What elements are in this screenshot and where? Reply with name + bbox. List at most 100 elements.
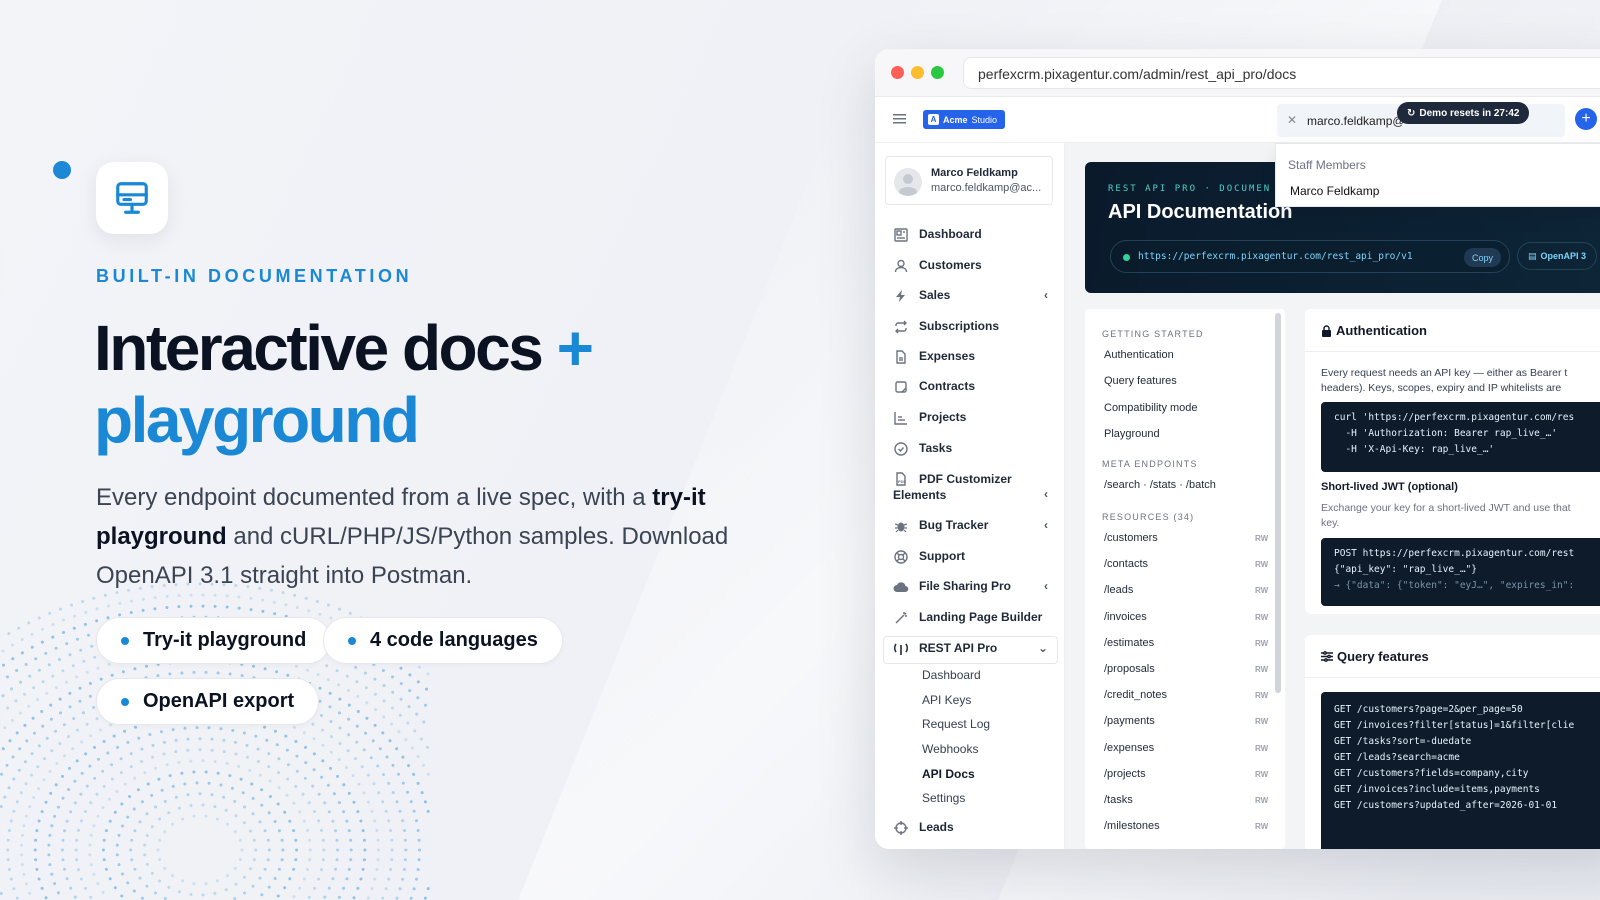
- sidebar-item-label: Expenses: [919, 349, 976, 363]
- chip-label: OpenAPI export: [143, 690, 295, 712]
- code-line: GET /tasks?sort=-duedate: [1334, 736, 1472, 747]
- sidebar-item-pdf-customizer-line2: Elements: [893, 488, 1058, 502]
- base-url-text[interactable]: https://perfexcrm.pixagentur.com/rest_ap…: [1138, 251, 1413, 262]
- toc-resource-link[interactable]: /projects: [1104, 768, 1146, 780]
- docs-content: REST API PRO · DOCUMEN API Documentation…: [1065, 143, 1600, 849]
- toc-link-authentication[interactable]: Authentication: [1104, 349, 1174, 361]
- sidebar-item-customers[interactable]: Customers: [893, 258, 1058, 274]
- search-result-item[interactable]: Marco Feldkamp: [1290, 184, 1379, 198]
- toc-resource-link[interactable]: /leads: [1104, 584, 1133, 596]
- code-response-line: → {"data": {"token": "eyJ…", "expires_in…: [1334, 580, 1575, 591]
- sidebar-item-label: Support: [919, 549, 965, 563]
- dashboard-icon: [893, 227, 909, 243]
- minimize-window-button[interactable]: [911, 66, 924, 79]
- query-code-block[interactable]: GET /customers?page=2&per_page=50 GET /in…: [1321, 692, 1600, 849]
- chevron-left-icon[interactable]: ‹: [1044, 288, 1048, 302]
- document-icon: ▤: [1528, 250, 1537, 261]
- contract-icon: [893, 379, 909, 395]
- toc-resource-link[interactable]: /tasks: [1104, 794, 1133, 806]
- sidebar-item-support[interactable]: Support: [893, 549, 1058, 565]
- auth-paragraph-line-2: headers). Keys, scopes, expiry and IP wh…: [1321, 382, 1562, 394]
- sidebar-item-expenses[interactable]: Expenses: [893, 349, 1058, 365]
- sidebar-item-label: Customers: [919, 258, 982, 272]
- openapi-download-button[interactable]: ▤ OpenAPI 3: [1517, 242, 1598, 270]
- subheadline: Every endpoint documented from a live sp…: [96, 478, 736, 595]
- sidebar-item-leads[interactable]: Leads: [893, 820, 1058, 836]
- sidebar-item-file-sharing[interactable]: File Sharing Pro ‹: [893, 579, 1058, 595]
- toc-link-compatibility-mode[interactable]: Compatibility mode: [1104, 402, 1198, 414]
- code-line: -H 'X-Api-Key: rap_live_…': [1334, 444, 1495, 455]
- toc-resource-link[interactable]: /credit_notes: [1104, 689, 1167, 701]
- jwt-code-block[interactable]: POST https://perfexcrm.pixagentur.com/re…: [1321, 538, 1600, 606]
- demo-reset-badge: ↻ Demo resets in 27:42: [1397, 102, 1530, 124]
- sidebar-item-label: Landing Page Builder: [919, 610, 1043, 624]
- toc-resource-link[interactable]: /milestones: [1104, 820, 1160, 832]
- browser-titlebar: perfexcrm.pixagentur.com/admin/rest_api_…: [875, 49, 1600, 97]
- svg-text:PDF: PDF: [898, 479, 907, 484]
- sidebar-item-label: Dashboard: [919, 227, 982, 241]
- sidebar-subitem-api-docs[interactable]: API Docs: [922, 767, 975, 781]
- toc-section-getting-started: GETTING STARTED: [1102, 329, 1204, 339]
- chevron-left-icon[interactable]: ‹: [1044, 518, 1048, 532]
- close-window-button[interactable]: [891, 66, 904, 79]
- sidebar-item-landing-page-builder[interactable]: Landing Page Builder: [893, 610, 1058, 626]
- toc-resource-link[interactable]: /customers: [1104, 532, 1158, 544]
- sidebar-item-bug-tracker[interactable]: Bug Tracker ‹: [893, 518, 1058, 534]
- results-group-label: Staff Members: [1288, 158, 1366, 172]
- sidebar-subitem-api-keys[interactable]: API Keys: [922, 693, 971, 707]
- sidebar-subitem-request-log[interactable]: Request Log: [922, 717, 990, 731]
- sidebar-item-tasks[interactable]: Tasks: [893, 441, 1058, 457]
- toc-link-playground[interactable]: Playground: [1104, 428, 1160, 440]
- sidebar-item-subscriptions[interactable]: Subscriptions: [893, 319, 1058, 335]
- bolt-icon: [893, 288, 909, 304]
- sidebar-item-dashboard[interactable]: Dashboard: [893, 227, 1058, 243]
- sidebar-subitem-dashboard[interactable]: Dashboard: [922, 668, 981, 682]
- toc-resource-link[interactable]: /expenses: [1104, 742, 1154, 754]
- brand-suffix: Studio: [971, 114, 998, 125]
- sidebar-subitem-settings[interactable]: Settings: [922, 791, 965, 805]
- toc-resource-link[interactable]: /payments: [1104, 715, 1155, 727]
- card-title: Authentication: [1321, 323, 1427, 338]
- toc-resource-link[interactable]: /estimates: [1104, 637, 1154, 649]
- read-write-badge: RW: [1255, 717, 1269, 727]
- sidebar-item-contracts[interactable]: Contracts: [893, 379, 1058, 395]
- toc-resource-link[interactable]: /contacts: [1104, 558, 1148, 570]
- quick-create-button[interactable]: +: [1575, 108, 1597, 130]
- code-line: GET /customers?fields=company,city: [1334, 768, 1529, 779]
- sidebar-item-pdf-customizer[interactable]: PDF PDF Customizer ‹: [893, 471, 1058, 501]
- sidebar-item-sales[interactable]: Sales ‹: [893, 288, 1058, 304]
- page-title: API Documentation: [1108, 201, 1293, 223]
- sidebar-item-label: File Sharing Pro: [919, 579, 1012, 593]
- sidebar-item-rest-api-pro[interactable]: REST API Pro ⌄: [893, 641, 1058, 657]
- copy-url-button[interactable]: Copy: [1463, 248, 1501, 267]
- toc-scrollbar[interactable]: [1275, 313, 1281, 693]
- read-write-badge: RW: [1255, 638, 1269, 648]
- toc-link-query-features[interactable]: Query features: [1104, 375, 1177, 387]
- chevron-down-icon[interactable]: ⌄: [1038, 641, 1048, 655]
- sidebar-subitem-webhooks[interactable]: Webhooks: [922, 742, 978, 756]
- openapi-label: OpenAPI 3: [1540, 251, 1587, 261]
- company-brand-badge[interactable]: A Acme Studio: [923, 110, 1006, 129]
- chevron-left-icon[interactable]: ‹: [1044, 579, 1048, 593]
- crosshair-icon: [893, 820, 909, 836]
- demo-reset-text: Demo resets in 27:42: [1419, 107, 1520, 119]
- sidebar-item-label-line-2: Elements: [893, 488, 947, 502]
- clear-search-icon[interactable]: ✕: [1287, 113, 1297, 127]
- curl-code-block[interactable]: curl 'https://perfexcrm.pixagentur.com/r…: [1321, 402, 1600, 472]
- code-line: GET /leads?search=acme: [1334, 752, 1460, 763]
- user-profile-card[interactable]: Marco Feldkamp marco.feldkamp@ac...: [885, 156, 1053, 205]
- toc-link-meta-endpoints[interactable]: /search · /stats · /batch: [1104, 479, 1216, 491]
- lifebuoy-icon: [893, 549, 909, 565]
- sidebar-item-label: Projects: [919, 410, 967, 424]
- maximize-window-button[interactable]: [931, 66, 944, 79]
- hamburger-menu-icon[interactable]: [893, 113, 906, 125]
- address-bar[interactable]: perfexcrm.pixagentur.com/admin/rest_api_…: [963, 57, 1600, 89]
- code-line: GET /invoices?include=items,payments: [1334, 784, 1540, 795]
- sidebar-item-label: Contracts: [919, 379, 976, 393]
- search-value: marco.feldkamp@: [1307, 114, 1405, 128]
- authentication-card: Authentication Every request needs an AP…: [1305, 309, 1600, 614]
- toc-resource-link[interactable]: /invoices: [1104, 611, 1147, 623]
- toc-resource-link[interactable]: /proposals: [1104, 663, 1155, 675]
- sidebar-item-projects[interactable]: Projects: [893, 410, 1058, 426]
- chip-dot: [348, 636, 356, 645]
